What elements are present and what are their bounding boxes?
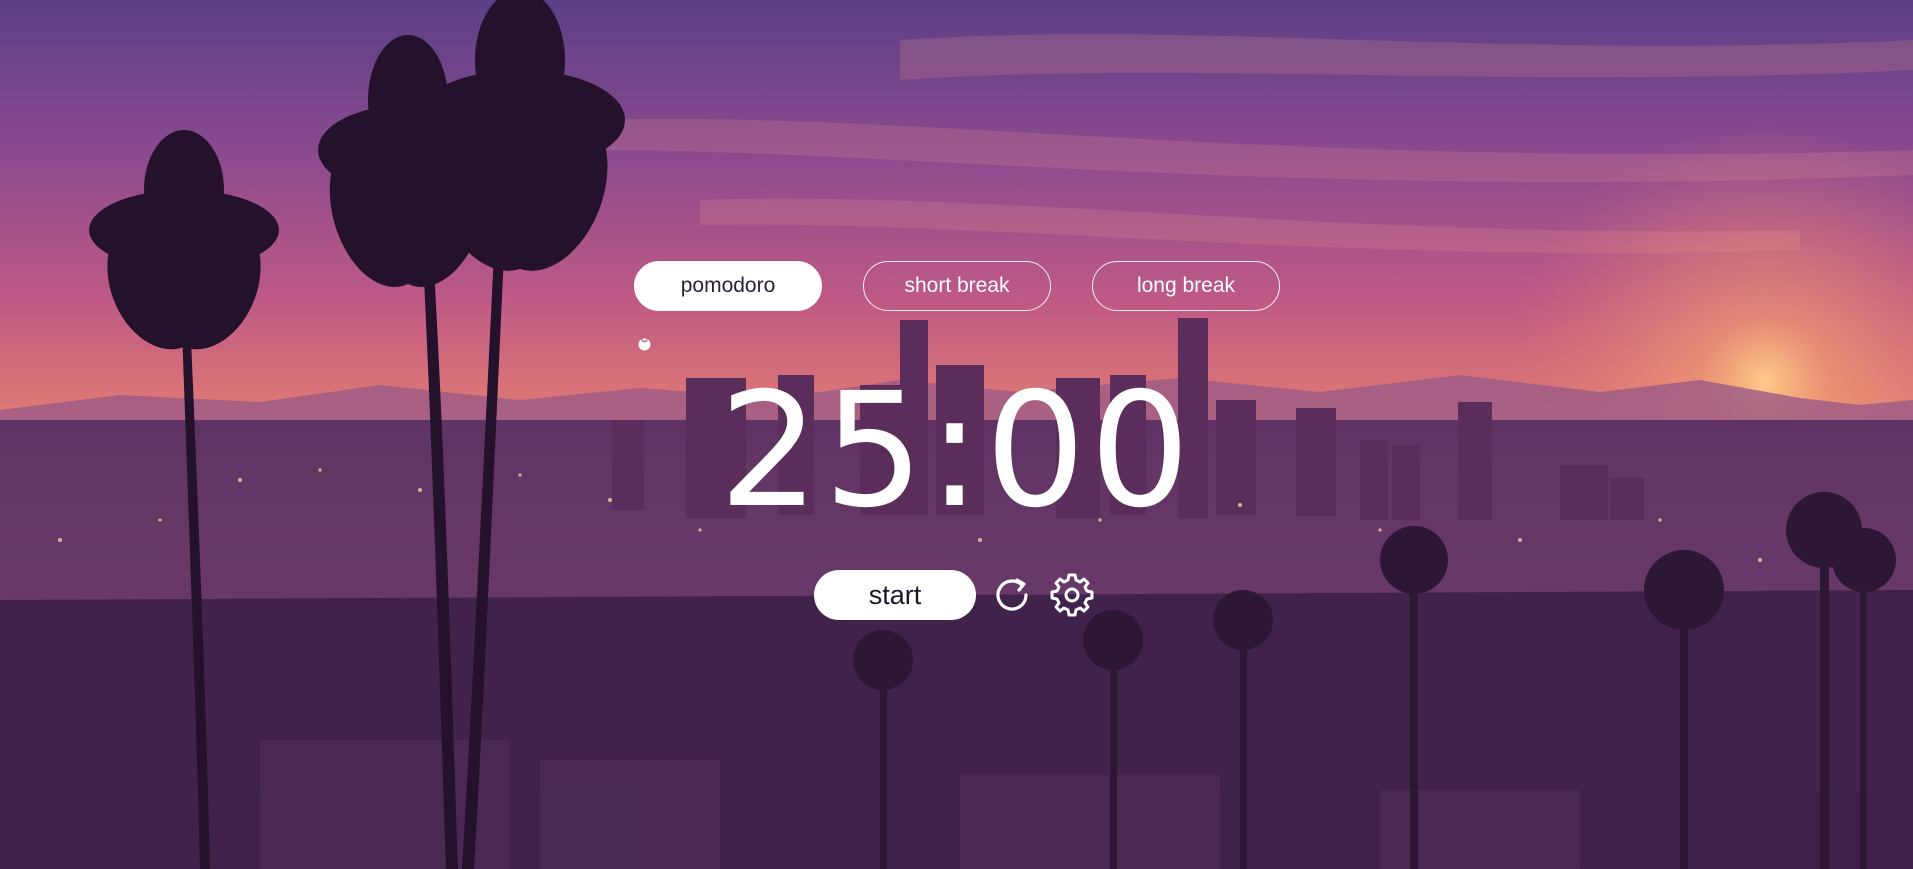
tomato-icon: [637, 336, 652, 351]
timer-display: 25:00: [718, 359, 1195, 543]
tab-pomodoro[interactable]: pomodoro: [634, 261, 822, 311]
tab-short-break[interactable]: short break: [863, 261, 1051, 311]
gear-icon[interactable]: [1049, 572, 1095, 618]
tab-long-break[interactable]: long break: [1092, 261, 1280, 311]
timer-controls: start: [814, 570, 1095, 620]
reset-icon[interactable]: [989, 572, 1035, 618]
start-button[interactable]: start: [814, 570, 976, 620]
mode-tabs: pomodoro short break long break: [634, 261, 1280, 311]
